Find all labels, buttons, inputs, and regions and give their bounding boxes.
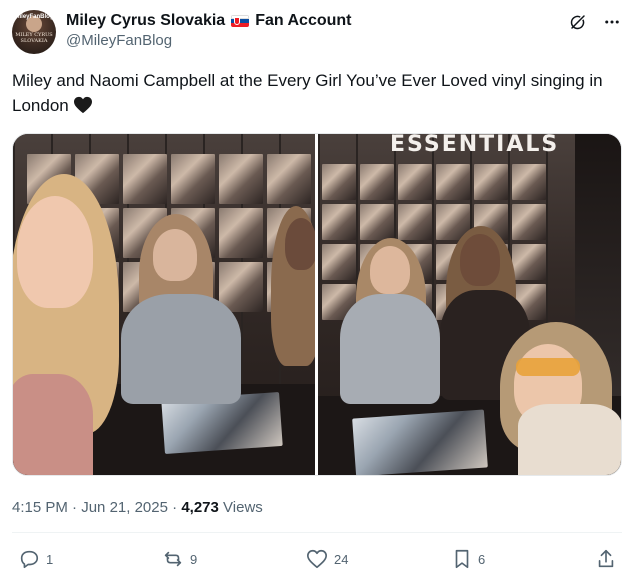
store-banner: ESSENTIALS [390, 134, 560, 157]
avatar-caption: MILEY CYRUS SLOVAKIA [15, 32, 53, 44]
photo-right[interactable]: ESSENTIALS [318, 134, 621, 475]
avatar[interactable]: MileyFanBlog MILEY CYRUS SLOVAKIA [12, 10, 56, 54]
more-icon[interactable] [602, 12, 622, 32]
meta-separator: · [172, 499, 178, 516]
like-icon [306, 548, 328, 570]
tweet-body: Miley and Naomi Campbell at the Every Gi… [12, 71, 603, 115]
grok-icon[interactable] [568, 12, 588, 32]
repost-count: 9 [190, 551, 198, 567]
reply-count: 1 [46, 551, 54, 567]
meta-separator: · [72, 499, 78, 516]
share-icon [596, 548, 616, 570]
display-name-suffix[interactable]: Fan Account [255, 11, 351, 31]
author-names: Miley Cyrus Slovakia Fan Account @MileyF… [66, 11, 351, 51]
tweet-time[interactable]: 4:15 PM [12, 499, 68, 516]
tweet-date[interactable]: Jun 21, 2025 [81, 499, 168, 516]
views-count: 4,273 [181, 499, 219, 516]
black-heart-icon [73, 93, 93, 118]
display-name-row[interactable]: Miley Cyrus Slovakia Fan Account [66, 11, 351, 31]
tweet-header: MileyFanBlog MILEY CYRUS SLOVAKIA Miley … [12, 10, 622, 56]
repost-icon [162, 548, 184, 570]
repost-button[interactable]: 9 [162, 548, 197, 570]
reply-button[interactable]: 1 [18, 548, 53, 570]
reply-icon [18, 548, 40, 570]
header-actions [568, 12, 622, 32]
tweet-meta: 4:15 PM · Jun 21, 2025 · 4,273 Views [12, 498, 263, 518]
photo-left[interactable] [13, 134, 315, 475]
bookmark-icon [452, 548, 472, 570]
like-button[interactable]: 24 [306, 548, 348, 570]
display-name[interactable]: Miley Cyrus Slovakia [66, 11, 225, 31]
tweet-actions: 1 9 24 6 [12, 548, 622, 576]
bookmark-count: 6 [478, 551, 486, 567]
bookmark-button[interactable]: 6 [452, 548, 485, 570]
media-gallery: ESSENTIALS [12, 133, 622, 476]
share-button[interactable] [596, 548, 616, 570]
like-count: 24 [334, 551, 349, 567]
slovakia-flag-icon [231, 15, 250, 27]
handle[interactable]: @MileyFanBlog [66, 31, 351, 51]
divider [12, 532, 622, 533]
avatar-brand-text: MileyFanBlog [14, 14, 54, 20]
tweet-text: Miley and Naomi Campbell at the Every Gi… [12, 68, 612, 118]
views-label: Views [223, 499, 263, 516]
